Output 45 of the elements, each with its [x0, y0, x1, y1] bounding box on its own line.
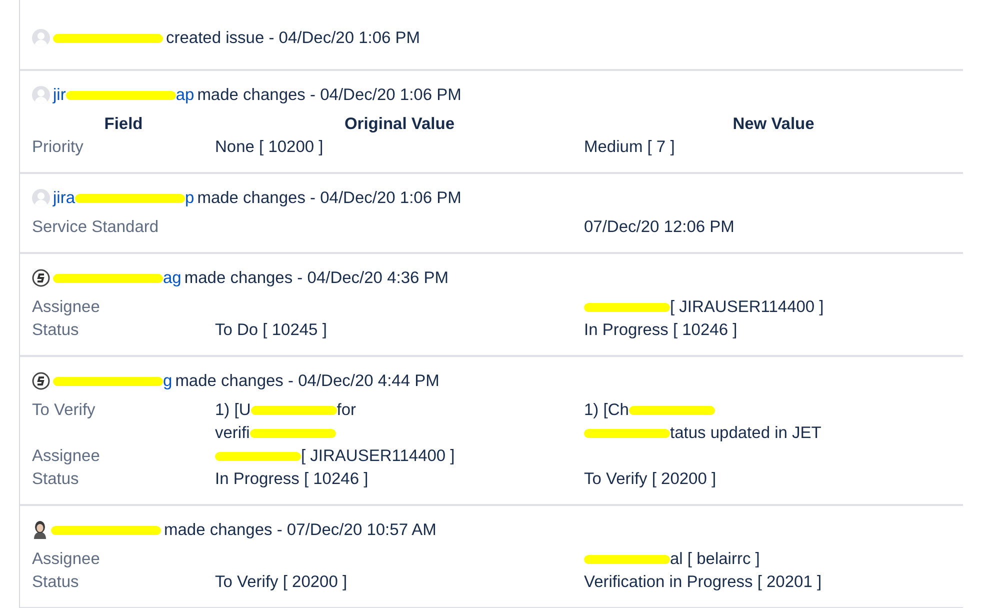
avatar-icon — [32, 520, 48, 540]
field-name: Assignee — [32, 297, 101, 318]
author-link[interactable]: g — [53, 368, 172, 394]
value-text: [ JIRAUSER114400 ] — [670, 298, 824, 316]
field-name: Status — [32, 469, 80, 490]
field-name: Priority — [32, 137, 84, 158]
author-link[interactable]: jir ap — [53, 82, 194, 108]
author-link[interactable]: ag — [53, 265, 182, 291]
swirl-logo-icon — [32, 372, 50, 390]
field-name: Status — [32, 572, 80, 593]
value-text: To Verify [ 20200 ] — [215, 573, 348, 591]
field-name: Service Standard — [32, 217, 160, 238]
value-text: verifi — [215, 424, 250, 442]
swirl-logo-icon — [32, 269, 50, 287]
action-text: made changes - 04/Dec/20 1:06 PM — [197, 85, 462, 106]
action-text: made changes - 07/Dec/20 10:57 AM — [164, 520, 436, 541]
column-header: Field — [103, 114, 144, 135]
value-text: 1) [Ch — [584, 401, 629, 419]
field-name: Status — [32, 320, 80, 341]
value-text: al [ belairrc ] — [670, 550, 760, 568]
field-name: To Verify — [32, 400, 96, 421]
value-text: To Do [ 10245 ] — [215, 321, 327, 339]
avatar-icon — [32, 29, 50, 47]
value-text: To Verify [ 20200 ] — [584, 470, 716, 488]
value-text: In Progress [ 10246 ] — [584, 321, 738, 339]
value-text: Verification in Progress [ 20201 ] — [584, 573, 822, 591]
field-name: Assignee — [32, 446, 101, 467]
value-text: for — [336, 401, 356, 419]
column-header: New Value — [732, 114, 816, 135]
column-header: Original Value — [343, 114, 456, 135]
action-text: created issue - 04/Dec/20 1:06 PM — [166, 28, 420, 49]
value-text: 07/Dec/20 12:06 PM — [584, 218, 734, 236]
value-text: None [ 10200 ] — [215, 138, 324, 156]
field-name: Assignee — [32, 549, 101, 570]
value-text: 1) [U — [215, 401, 251, 419]
action-text: made changes - 04/Dec/20 4:44 PM — [175, 371, 440, 392]
action-text: made changes - 04/Dec/20 4:36 PM — [184, 268, 449, 289]
action-text: made changes - 04/Dec/20 1:06 PM — [197, 188, 462, 209]
avatar-icon — [32, 189, 50, 207]
author-link[interactable]: jira p — [53, 185, 194, 211]
value-text: [ JIRAUSER114400 ] — [301, 447, 455, 465]
value-text: tatus updated in JET — [670, 424, 822, 442]
value-text: Medium [ 7 ] — [584, 138, 675, 156]
value-text: In Progress [ 10246 ] — [215, 470, 368, 488]
avatar-icon — [32, 86, 50, 104]
